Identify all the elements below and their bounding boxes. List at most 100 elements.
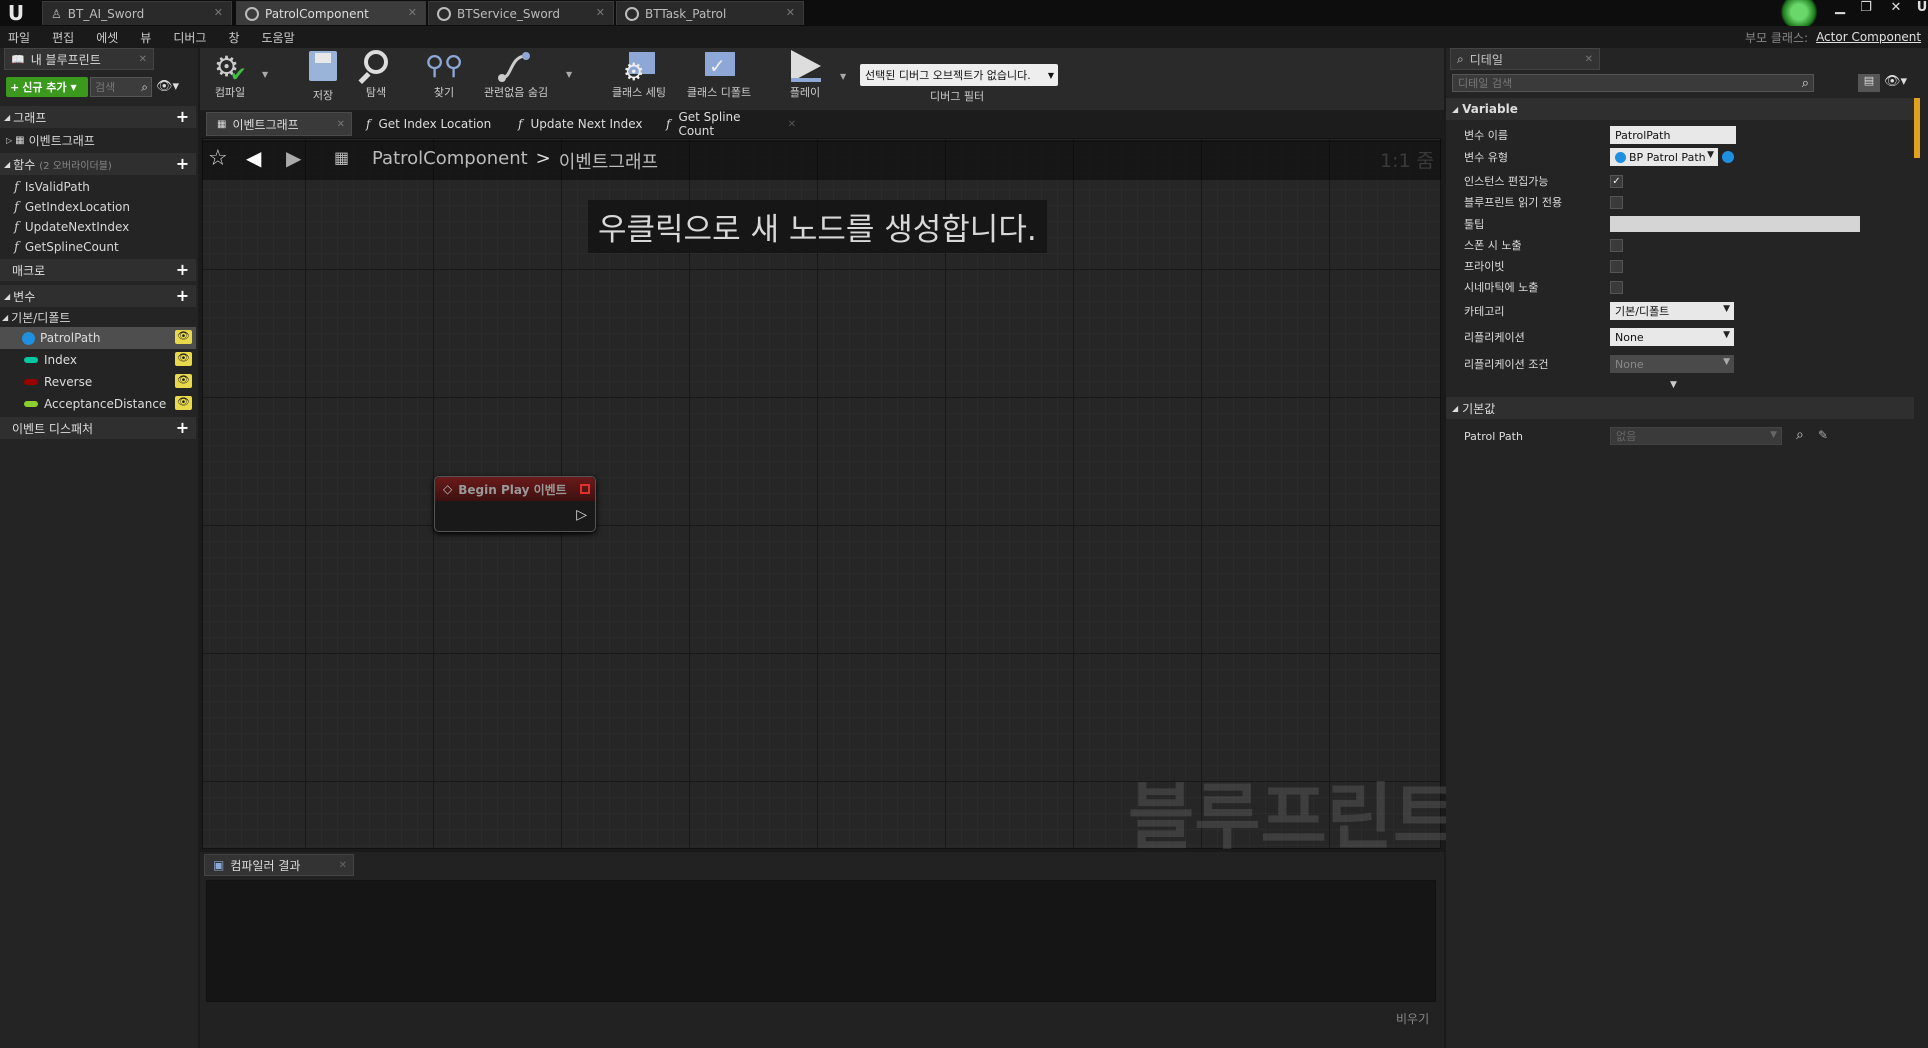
- exec-pin-icon[interactable]: ▷: [576, 507, 587, 523]
- sidebar-item-function[interactable]: f UpdateNextIndex: [0, 217, 196, 237]
- close-icon[interactable]: ✕: [139, 54, 147, 65]
- variable-item-patrolpath[interactable]: PatrolPath 👁: [0, 327, 196, 349]
- class-settings-button[interactable]: ⚙ 클래스 세팅: [604, 48, 674, 108]
- add-variable-button[interactable]: +: [175, 288, 190, 304]
- forward-arrow-icon[interactable]: ▶: [286, 146, 301, 170]
- back-arrow-icon[interactable]: ◀: [246, 146, 261, 170]
- play-options-arrow-icon[interactable]: ▼: [840, 72, 846, 81]
- container-type-icon[interactable]: [1722, 151, 1734, 163]
- picker-eyedropper-icon[interactable]: ✎: [1818, 428, 1828, 442]
- debug-object-dropdown[interactable]: 선택된 디버그 오브젝트가 없습니다. ▼: [860, 64, 1058, 86]
- menu-file[interactable]: 파일: [8, 29, 30, 46]
- menu-view[interactable]: 뷰: [140, 29, 151, 46]
- default-value-section-header[interactable]: ◢ 기본값: [1446, 397, 1914, 419]
- hide-unrelated-button[interactable]: 관련없음 숨김: [476, 48, 556, 108]
- browse-button[interactable]: 탐색: [352, 48, 400, 108]
- details-search-input[interactable]: 디테일 검색 ⌕: [1452, 74, 1814, 92]
- parent-class-link[interactable]: Actor Component: [1816, 30, 1921, 44]
- property-matrix-icon[interactable]: ▤: [1858, 74, 1880, 92]
- replication-dropdown[interactable]: None ▼: [1610, 328, 1734, 346]
- doc-tab-btservice-sword[interactable]: BTService_Sword ✕: [428, 1, 614, 25]
- save-button[interactable]: 저장: [298, 48, 348, 108]
- menu-asset[interactable]: 에셋: [96, 29, 118, 46]
- close-window-icon[interactable]: ✕: [1882, 0, 1910, 18]
- sidebar-item-function[interactable]: f IsValidPath: [0, 177, 196, 197]
- variables-section-header[interactable]: ◢ 변수 +: [0, 285, 196, 307]
- tab-get-spline-count[interactable]: f Get Spline Count ✕: [656, 110, 796, 138]
- sidebar-item-function[interactable]: f GetIndexLocation: [0, 197, 196, 217]
- menu-edit[interactable]: 편집: [52, 29, 74, 46]
- sidebar-item-event-graph[interactable]: ▷ ▦ 이벤트그래프: [0, 130, 196, 150]
- clear-button[interactable]: 비우기: [1396, 1010, 1429, 1027]
- tab-get-index-location[interactable]: f Get Index Location: [356, 112, 504, 136]
- add-function-button[interactable]: +: [175, 156, 190, 172]
- event-dispatchers-section-header[interactable]: 이벤트 디스패처 +: [0, 417, 196, 439]
- add-dispatcher-button[interactable]: +: [175, 420, 190, 436]
- close-icon[interactable]: ✕: [408, 6, 417, 19]
- begin-play-node[interactable]: ◇ Begin Play 이벤트 ▷: [434, 476, 596, 532]
- tab-event-graph[interactable]: ▦ 이벤트그래프 ✕: [206, 112, 352, 136]
- close-icon[interactable]: ✕: [788, 119, 796, 130]
- view-options-eye-icon[interactable]: 👁▾: [156, 79, 188, 95]
- close-icon[interactable]: ✕: [337, 119, 345, 130]
- compiler-results-tab[interactable]: ▣ 컴파일러 결과 ✕: [204, 854, 354, 876]
- close-icon[interactable]: ✕: [339, 860, 347, 871]
- visibility-eye-icon[interactable]: 👁: [175, 330, 192, 344]
- breadcrumb-root[interactable]: PatrolComponent: [372, 148, 528, 174]
- sidebar-item-function[interactable]: f GetSplineCount: [0, 237, 196, 257]
- play-button[interactable]: 플레이: [780, 48, 830, 108]
- restore-icon[interactable]: ❐: [1852, 0, 1880, 18]
- functions-section-header[interactable]: ◢ 함수 (2 오버라이더블) +: [0, 153, 196, 175]
- expose-cinematics-checkbox[interactable]: [1610, 280, 1623, 294]
- find-button[interactable]: ⚲⚲ 찾기: [420, 48, 468, 108]
- hide-options-arrow-icon[interactable]: ▼: [566, 70, 572, 79]
- visibility-eye-icon[interactable]: 👁: [175, 396, 192, 410]
- variable-type-dropdown[interactable]: BP Patrol Path ▼: [1610, 148, 1718, 166]
- variable-name-input[interactable]: PatrolPath: [1610, 126, 1736, 144]
- replication-condition-dropdown[interactable]: None ▼: [1610, 355, 1734, 373]
- delegate-pin-icon[interactable]: [580, 484, 590, 494]
- default-patrol-path-dropdown[interactable]: 없음 ▼: [1610, 427, 1782, 445]
- tooltip-input[interactable]: [1610, 216, 1860, 232]
- menu-window[interactable]: 창: [228, 29, 239, 46]
- visibility-eye-icon[interactable]: 👁: [175, 374, 192, 388]
- variable-section-header[interactable]: ◢ Variable: [1446, 98, 1914, 120]
- macros-section-header[interactable]: 매크로 +: [0, 259, 196, 281]
- advanced-expand-arrow-icon[interactable]: ▼: [1670, 380, 1677, 390]
- compile-options-arrow-icon[interactable]: ▼: [262, 70, 268, 79]
- expose-on-spawn-checkbox[interactable]: [1610, 238, 1623, 252]
- favorite-star-icon[interactable]: ☆: [208, 146, 228, 171]
- tab-update-next-index[interactable]: f Update Next Index: [508, 112, 658, 136]
- browse-search-icon[interactable]: ⌕: [1796, 427, 1804, 443]
- category-dropdown[interactable]: 기본/디폴트 ▼: [1610, 302, 1734, 320]
- private-checkbox[interactable]: [1610, 259, 1623, 273]
- blueprint-readonly-checkbox[interactable]: [1610, 195, 1623, 209]
- close-icon[interactable]: ✕: [786, 6, 795, 19]
- variable-item-reverse[interactable]: Reverse 👁: [0, 371, 196, 393]
- close-icon[interactable]: ✕: [1585, 54, 1593, 65]
- view-options-eye-icon[interactable]: 👁▾: [1884, 74, 1914, 92]
- graphs-section-header[interactable]: ◢ 그래프 +: [0, 106, 196, 128]
- menu-debug[interactable]: 디버그: [173, 29, 206, 46]
- variable-item-index[interactable]: Index 👁: [0, 349, 196, 371]
- instance-editable-checkbox[interactable]: ✓: [1610, 174, 1623, 188]
- add-graph-button[interactable]: +: [175, 109, 190, 125]
- add-macro-button[interactable]: +: [175, 262, 190, 278]
- variable-category-default[interactable]: ◢ 기본/디폴트: [0, 307, 196, 327]
- close-icon[interactable]: ✕: [214, 6, 223, 19]
- variable-item-acceptance-distance[interactable]: AcceptanceDistance 👁: [0, 393, 196, 415]
- minimize-icon[interactable]: ▁: [1826, 0, 1854, 18]
- my-blueprint-tab[interactable]: 📖 내 블루프린트 ✕: [4, 48, 154, 70]
- compiler-output-area[interactable]: [206, 880, 1436, 1002]
- doc-tab-bttask-patrol[interactable]: BTTask_Patrol ✕: [616, 1, 804, 25]
- doc-tab-bt-ai-sword[interactable]: ♙ BT_AI_Sword ✕: [42, 1, 232, 25]
- blueprint-search-input[interactable]: 검색 ⌕: [90, 77, 152, 97]
- add-new-button[interactable]: + 신규 추가 ▼: [6, 77, 88, 97]
- doc-tab-patrol-component[interactable]: PatrolComponent ✕: [236, 1, 426, 25]
- class-defaults-button[interactable]: ✓ 클래스 디폴트: [680, 48, 758, 108]
- details-tab[interactable]: ⌕ 디테일 ✕: [1450, 48, 1600, 70]
- compile-button[interactable]: ⚙ ✔ 컴파일: [204, 48, 256, 108]
- visibility-eye-icon[interactable]: 👁: [175, 352, 192, 366]
- menu-help[interactable]: 도움말: [262, 29, 295, 46]
- close-icon[interactable]: ✕: [596, 6, 605, 19]
